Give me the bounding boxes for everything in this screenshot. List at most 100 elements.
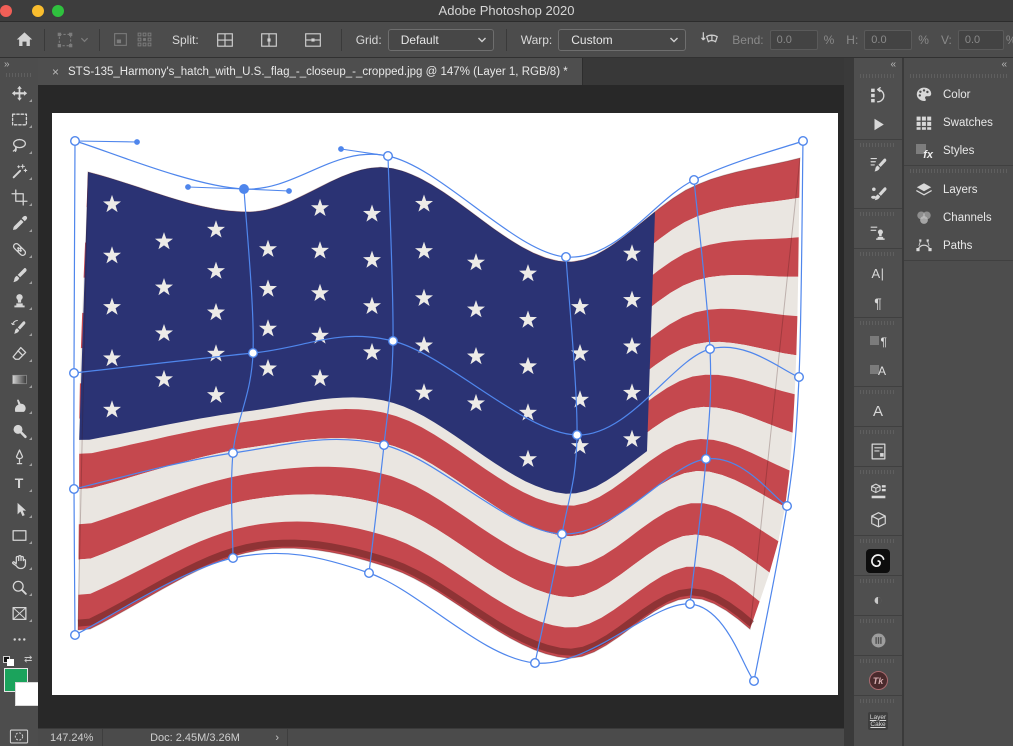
- adjustments-icon[interactable]: ◐: [854, 586, 902, 615]
- dock-group-grip[interactable]: [860, 390, 896, 394]
- background-color-swatch[interactable]: [15, 682, 39, 706]
- dock-group-grip[interactable]: [860, 539, 896, 543]
- move-tool[interactable]: [0, 80, 38, 106]
- warp-select[interactable]: Custom: [558, 29, 686, 51]
- frame-tool[interactable]: [0, 600, 38, 626]
- smudge-tool[interactable]: [0, 392, 38, 418]
- iconcol-collapse-chevron[interactable]: «: [854, 58, 902, 71]
- dodge-tool[interactable]: [0, 418, 38, 444]
- dock-group-grip[interactable]: [860, 143, 896, 147]
- warp-node[interactable]: [71, 631, 80, 640]
- brush-settings-icon[interactable]: [854, 150, 902, 179]
- warp-handle-point[interactable]: [286, 188, 292, 194]
- panel-group-grip[interactable]: [910, 169, 1007, 173]
- lasso-tool[interactable]: [0, 132, 38, 158]
- clone-stamp-tool[interactable]: [0, 288, 38, 314]
- dock-group-grip[interactable]: [860, 252, 896, 256]
- spot-healing-tool[interactable]: [0, 236, 38, 262]
- home-icon[interactable]: [12, 28, 36, 52]
- tab-close-icon[interactable]: ×: [52, 65, 59, 79]
- warp-node[interactable]: [365, 569, 374, 578]
- marquee-tool[interactable]: [0, 106, 38, 132]
- tk-icon[interactable]: Tk: [854, 666, 902, 695]
- warp-node[interactable]: [70, 485, 79, 494]
- warp-node[interactable]: [783, 502, 792, 511]
- dock-group-grip[interactable]: [860, 579, 896, 583]
- warp-node[interactable]: [795, 373, 804, 382]
- default-colors-icon[interactable]: [3, 656, 14, 666]
- eyedropper-tool[interactable]: [0, 210, 38, 236]
- warp-node[interactable]: [750, 677, 759, 686]
- threed-icon[interactable]: [854, 506, 902, 535]
- rectangle-tool[interactable]: [0, 522, 38, 548]
- plugin-circle-icon[interactable]: [854, 626, 902, 655]
- warp-node[interactable]: [706, 345, 715, 354]
- panelcol-collapse-chevron[interactable]: «: [904, 58, 1013, 71]
- plugin-spiral-icon[interactable]: [854, 546, 902, 575]
- history-brush-tool[interactable]: [0, 314, 38, 340]
- warp-handle-point[interactable]: [338, 146, 344, 152]
- zoom-percentage[interactable]: 147.24%: [50, 732, 102, 744]
- warp-node[interactable]: [70, 369, 79, 378]
- dock-group-grip[interactable]: [860, 659, 896, 663]
- document-info[interactable]: Doc: 2.45M/3.26M ›: [102, 729, 288, 746]
- quick-mask-icon[interactable]: [0, 729, 38, 744]
- type-tool[interactable]: T: [0, 470, 38, 496]
- glyphs-icon[interactable]: A: [854, 397, 902, 426]
- pen-tool[interactable]: [0, 444, 38, 470]
- warp-node[interactable]: [686, 600, 695, 609]
- brushes-icon[interactable]: [854, 179, 902, 208]
- warp-node[interactable]: [799, 137, 808, 146]
- status-chevron-icon[interactable]: ›: [275, 732, 279, 744]
- panel-tab-swatches[interactable]: Swatches: [904, 109, 1013, 137]
- grid-select[interactable]: Default: [388, 29, 494, 51]
- eraser-tool[interactable]: [0, 340, 38, 366]
- dock-group-grip[interactable]: [860, 430, 896, 434]
- paragraph-icon[interactable]: ¶: [854, 288, 902, 317]
- clone-source-icon[interactable]: [854, 219, 902, 248]
- warp-mesh-column-line[interactable]: [74, 141, 75, 635]
- path-selection-tool[interactable]: [0, 496, 38, 522]
- flag-image-with-warp-mesh[interactable]: [38, 85, 844, 728]
- split-crosswise-button[interactable]: [213, 28, 237, 52]
- warp-node[interactable]: [229, 554, 238, 563]
- panel-tab-paths[interactable]: Paths: [904, 232, 1013, 260]
- warp-handle-point[interactable]: [185, 184, 191, 190]
- panel-group-grip[interactable]: [910, 74, 1007, 78]
- panel-tab-color[interactable]: Color: [904, 81, 1013, 109]
- crop-tool[interactable]: [0, 184, 38, 210]
- warp-node[interactable]: [558, 530, 567, 539]
- document-tab[interactable]: × STS-135_Harmony's_hatch_with_U.S._flag…: [38, 58, 583, 85]
- warp-node-selected[interactable]: [240, 185, 249, 194]
- panel-tab-layers[interactable]: Layers: [904, 176, 1013, 204]
- edit-toolbar-tool[interactable]: [0, 626, 38, 652]
- character-icon[interactable]: A|: [854, 259, 902, 288]
- warp-node[interactable]: [573, 431, 582, 440]
- zoom-tool[interactable]: [0, 574, 38, 600]
- warp-orientation-icon[interactable]: [698, 28, 722, 52]
- tools-grip[interactable]: [6, 73, 32, 77]
- dock-group-grip[interactable]: [860, 619, 896, 623]
- warp-node[interactable]: [249, 349, 258, 358]
- split-vertical-button[interactable]: [257, 28, 281, 52]
- history-icon[interactable]: [854, 81, 902, 110]
- quick-selection-tool[interactable]: [0, 158, 38, 184]
- gradient-tool[interactable]: [0, 366, 38, 392]
- warp-node[interactable]: [389, 337, 398, 346]
- dock-group-grip[interactable]: [860, 212, 896, 216]
- warp-handle-point[interactable]: [134, 139, 140, 145]
- dock-group-grip[interactable]: [860, 321, 896, 325]
- character-styles-icon[interactable]: A: [854, 357, 902, 386]
- warp-node[interactable]: [531, 659, 540, 668]
- panel-tab-channels[interactable]: Channels: [904, 204, 1013, 232]
- libraries-icon[interactable]: [854, 477, 902, 506]
- properties-icon[interactable]: [854, 437, 902, 466]
- paragraph-styles-icon[interactable]: ¶: [854, 328, 902, 357]
- dock-group-grip[interactable]: [860, 74, 896, 78]
- hand-tool[interactable]: [0, 548, 38, 574]
- warp-node[interactable]: [384, 152, 393, 161]
- warp-node[interactable]: [562, 253, 571, 262]
- warp-node[interactable]: [380, 441, 389, 450]
- dock-group-grip[interactable]: [860, 699, 896, 703]
- warp-node[interactable]: [229, 449, 238, 458]
